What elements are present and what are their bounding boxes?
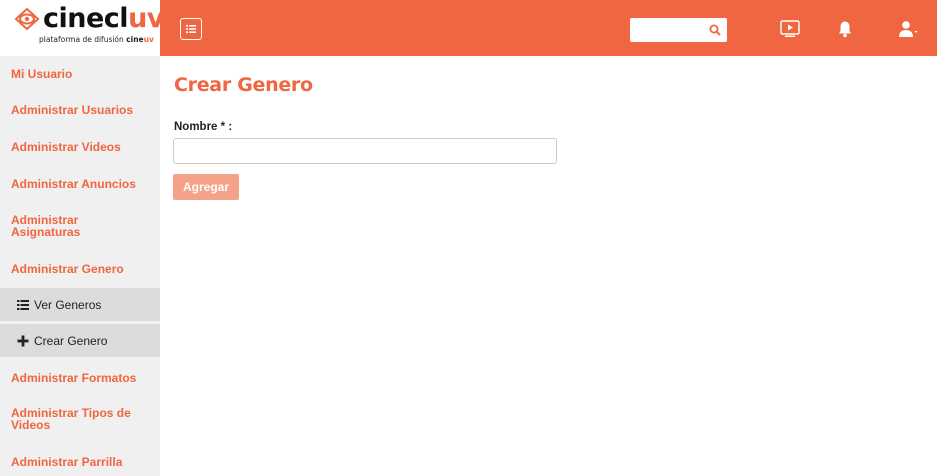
- agregar-button[interactable]: Agregar: [173, 174, 239, 200]
- user-icon[interactable]: [898, 19, 918, 39]
- sidebar-item-administrar-parrilla[interactable]: Administrar Parrilla: [0, 456, 160, 468]
- sidebar-item-administrar-usuarios[interactable]: Administrar Usuarios: [0, 104, 160, 116]
- sidebar-subitem-ver-generos[interactable]: Ver Generos: [0, 288, 160, 321]
- sidebar-item-administrar-formatos[interactable]: Administrar Formatos: [0, 372, 160, 384]
- nombre-field[interactable]: [173, 138, 557, 164]
- logo-name-highlight: uv: [128, 3, 164, 34]
- sidebar-subitem-label: Ver Generos: [34, 297, 102, 312]
- sidebar: Mi Usuario Administrar Usuarios Administ…: [0, 56, 160, 476]
- logo-tagline-brand: cineuv: [126, 35, 154, 44]
- search-box: [630, 18, 727, 42]
- logo-tagline-text: plataforma de difusión: [39, 35, 124, 44]
- menu-toggle-button[interactable]: [180, 18, 202, 40]
- sidebar-item-administrar-videos[interactable]: Administrar Videos: [0, 141, 160, 153]
- app-root: cinecluv plataforma de difusión cineuv M…: [0, 0, 937, 476]
- logo-wordmark: cinecluv: [43, 4, 164, 34]
- logo-tagline: plataforma de difusión cineuv: [39, 35, 154, 44]
- sidebar-item-administrar-tipos-de-videos[interactable]: Administrar Tipos de Videos: [0, 407, 140, 431]
- tv-icon[interactable]: [780, 20, 800, 38]
- top-navbar: [160, 0, 937, 56]
- list-icon: [17, 299, 29, 310]
- search-icon[interactable]: [707, 22, 723, 38]
- menu-icon: [186, 25, 196, 33]
- logo-main: cinecluv: [14, 4, 164, 34]
- sidebar-subitem-label: Crear Genero: [34, 333, 108, 348]
- sidebar-item-administrar-genero[interactable]: Administrar Genero: [0, 263, 160, 275]
- logo-name-prefix: cinecl: [43, 3, 129, 34]
- search-input[interactable]: [630, 18, 708, 42]
- logo-brand-highlight: uv: [143, 35, 154, 44]
- plus-icon: [17, 335, 29, 346]
- sidebar-item-administrar-anuncios[interactable]: Administrar Anuncios: [0, 178, 160, 190]
- logo-eye-icon: [14, 7, 40, 31]
- logo-brand-prefix: cine: [126, 35, 144, 44]
- sidebar-subitem-crear-genero[interactable]: Crear Genero: [0, 324, 160, 357]
- page-title: Crear Genero: [174, 74, 313, 96]
- logo[interactable]: cinecluv plataforma de difusión cineuv: [0, 0, 164, 56]
- sidebar-item-mi-usuario[interactable]: Mi Usuario: [0, 68, 160, 80]
- sidebar-item-administrar-asignaturas[interactable]: Administrar Asignaturas: [0, 214, 120, 238]
- nombre-label: Nombre * :: [174, 121, 233, 133]
- bell-icon[interactable]: [838, 20, 852, 38]
